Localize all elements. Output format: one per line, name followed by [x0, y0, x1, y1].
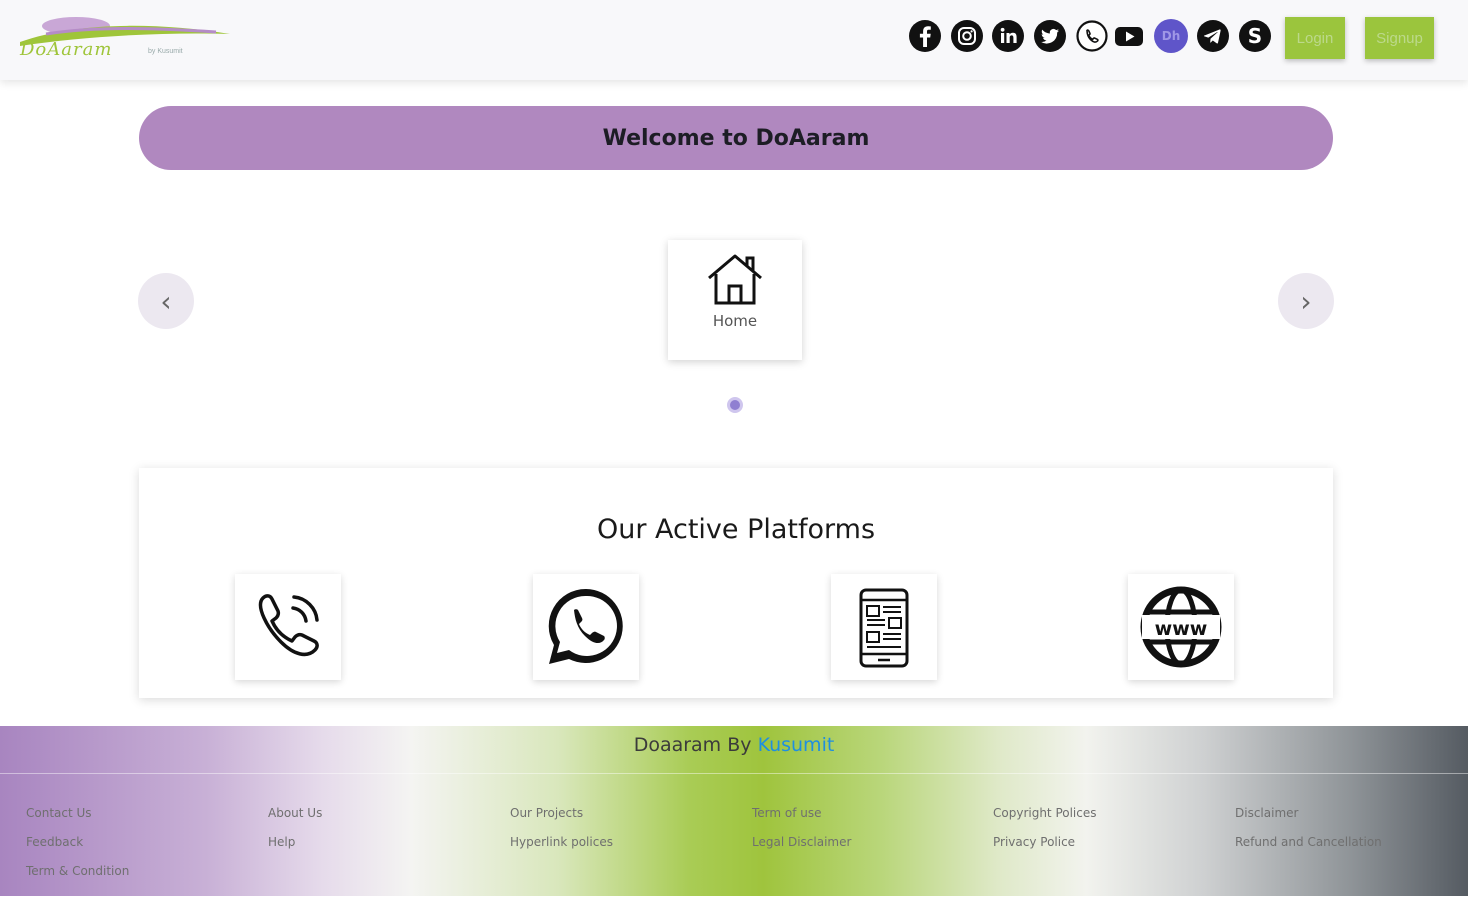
footer-link-term-condition[interactable]: Term & Condition	[26, 864, 129, 878]
footer-link-help[interactable]: Help	[268, 835, 295, 849]
skype-icon[interactable]: S	[1238, 19, 1272, 53]
top-header: DoAaram by Kusumit Dh S Login Signup	[0, 0, 1468, 80]
site-footer: Doaaram By Kusumit Contact Us Feedback T…	[0, 726, 1468, 896]
mobile-app-icon	[859, 588, 909, 668]
instagram-icon[interactable]	[950, 19, 984, 53]
logo-subtext: by Kusumit	[148, 48, 183, 55]
svg-text:S: S	[1248, 24, 1262, 48]
dh-icon[interactable]: Dh	[1154, 19, 1188, 53]
platform-whatsapp[interactable]	[533, 574, 639, 680]
carousel-slide-home[interactable]: Home	[668, 240, 802, 360]
youtube-icon[interactable]	[1112, 19, 1146, 53]
footer-divider	[0, 773, 1468, 774]
footer-link-about-us[interactable]: About Us	[268, 806, 322, 820]
slide-label: Home	[712, 312, 758, 330]
platform-mobile-app[interactable]	[831, 574, 937, 680]
phone-call-icon	[258, 594, 319, 657]
footer-link-refund-cancellation[interactable]: Refund and Cancellation	[1235, 835, 1382, 849]
whatsapp-icon	[548, 588, 623, 664]
telegram-icon[interactable]	[1196, 19, 1230, 53]
carousel-indicator-dot[interactable]	[727, 397, 743, 413]
footer-link-contact-us[interactable]: Contact Us	[26, 806, 92, 820]
svg-text:www: www	[1155, 618, 1208, 640]
carousel-next-button[interactable]: ›	[1278, 273, 1334, 329]
footer-link-legal-disclaimer[interactable]: Legal Disclaimer	[752, 835, 851, 849]
footer-brand-link[interactable]: Kusumit	[758, 734, 835, 756]
platform-phone-call[interactable]	[235, 574, 341, 680]
carousel-prev-button[interactable]: ‹	[138, 273, 194, 329]
welcome-text: Welcome to DoAaram	[602, 125, 870, 151]
doaaram-logo[interactable]: DoAaram by Kusumit	[16, 12, 232, 62]
platforms-title: Our Active Platforms	[596, 514, 876, 545]
footer-title-prefix: Doaaram By	[633, 734, 758, 756]
logo-text: DoAaram	[20, 39, 113, 60]
footer-link-term-of-use[interactable]: Term of use	[752, 806, 822, 820]
signup-button[interactable]: Signup	[1365, 17, 1434, 59]
login-button[interactable]: Login	[1285, 17, 1345, 59]
dh-badge-text: Dh	[1161, 29, 1181, 43]
footer-link-privacy-police[interactable]: Privacy Police	[993, 835, 1075, 849]
platform-website[interactable]: www	[1128, 574, 1234, 680]
active-platforms-section: Our Active Platforms www	[139, 468, 1333, 698]
whatsapp-icon[interactable]	[1075, 19, 1109, 53]
welcome-banner: Welcome to DoAaram	[139, 106, 1333, 170]
website-www-icon: www	[1140, 586, 1222, 668]
footer-link-hyperlink-polices[interactable]: Hyperlink polices	[510, 835, 613, 849]
footer-link-feedback[interactable]: Feedback	[26, 835, 83, 849]
twitter-icon[interactable]	[1033, 19, 1067, 53]
footer-link-copyright-polices[interactable]: Copyright Polices	[993, 806, 1097, 820]
home-icon	[708, 254, 762, 305]
footer-title: Doaaram By Kusumit	[0, 734, 1468, 756]
linkedin-icon[interactable]	[991, 19, 1025, 53]
footer-link-our-projects[interactable]: Our Projects	[510, 806, 583, 820]
footer-link-disclaimer[interactable]: Disclaimer	[1235, 806, 1298, 820]
facebook-icon[interactable]	[908, 19, 942, 53]
